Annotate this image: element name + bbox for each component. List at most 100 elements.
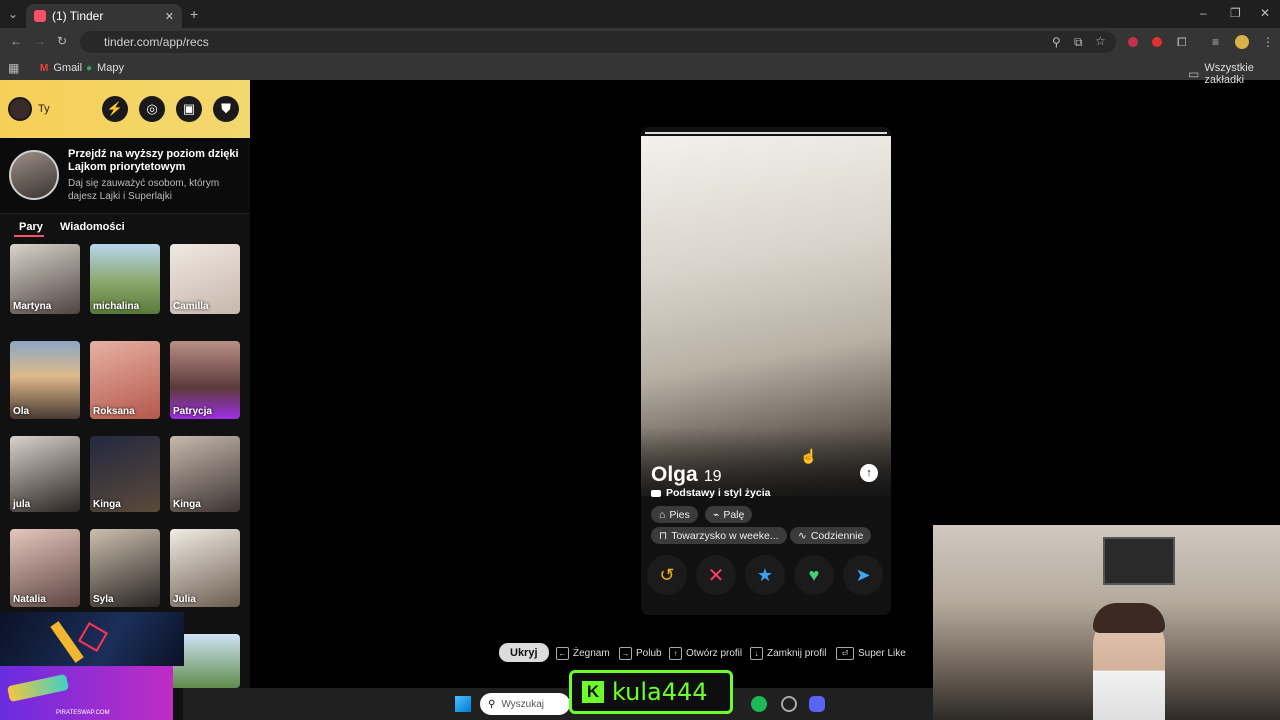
match-card[interactable]: Martyna	[10, 244, 80, 314]
profile-name: Olga	[651, 463, 698, 486]
spotify-icon[interactable]	[751, 696, 767, 712]
briefcase-icon[interactable]: ▣	[176, 96, 202, 122]
chip-pale: ⌁ Palę	[705, 506, 753, 523]
new-tab-icon[interactable]: +	[190, 7, 198, 21]
bookmark-star-icon[interactable]: ☆	[1095, 35, 1106, 47]
browser-tab[interactable]: (1) Tinder ✕	[26, 4, 182, 28]
hint-close-profile: ↓ Zamknij profil	[750, 645, 826, 661]
priority-likes-promo[interactable]: Przejdź na wyższy poziom dzięki Lajkom p…	[0, 138, 250, 214]
open-profile-icon[interactable]: ↑	[860, 464, 878, 482]
match-card[interactable]: Camilla	[170, 244, 240, 314]
bookmark-mapy[interactable]: ● Mapy	[86, 62, 124, 74]
bookmark-gmail[interactable]: M Gmail	[40, 62, 82, 74]
promo-subtitle: Daj się zauważyć osobom, którym dajesz L…	[68, 178, 220, 202]
weapon-skin-icon	[6, 673, 70, 703]
all-bookmarks[interactable]: ▭ Wszystkie zakładki	[1188, 62, 1280, 86]
drink-icon: ⊓	[659, 529, 668, 542]
workout-icon: ∿	[798, 529, 807, 542]
address-input[interactable]: tinder.com/app/recs	[80, 31, 1116, 53]
webcam-monitor	[1103, 537, 1175, 585]
right-key-icon: →	[619, 646, 632, 660]
sponsor-banner-top	[0, 612, 184, 666]
apps-grid-icon[interactable]: ▦	[8, 62, 19, 74]
gmail-icon: M	[40, 62, 49, 74]
streamer-hair	[1093, 603, 1165, 633]
user-avatar[interactable]	[8, 97, 32, 121]
lifestyle-icon	[651, 489, 661, 497]
match-card[interactable]: Ola	[10, 341, 80, 419]
hint-like: → Polub	[619, 645, 662, 661]
match-card[interactable]: michalina	[90, 244, 160, 314]
active-tab-underline	[14, 235, 44, 237]
left-key-icon: ←	[556, 646, 569, 660]
sponsor-brand: PIRATESWAP.COM	[56, 710, 110, 716]
profile-label[interactable]: Ty	[38, 103, 50, 115]
like-button[interactable]: ♥	[794, 555, 834, 595]
webcam-overlay	[933, 525, 1280, 720]
match-card[interactable]: Patrycja	[170, 341, 240, 419]
explore-icon[interactable]: ◎	[139, 96, 165, 122]
chip-codziennie: ∿ Codziennie	[790, 527, 872, 544]
menu-kebab-icon[interactable]: ⋮	[1262, 36, 1274, 48]
match-card[interactable]: Roksana	[90, 341, 160, 419]
match-card[interactable]: Kinga	[90, 436, 160, 512]
match-card[interactable]: jula	[10, 436, 80, 512]
extension-icon[interactable]	[1128, 37, 1138, 47]
boost-send-button[interactable]: ➤	[843, 555, 883, 595]
hint-nope: ← Żegnam	[556, 645, 610, 661]
tab-pary[interactable]: Pary	[19, 221, 43, 233]
reading-list-icon[interactable]: ≡	[1212, 36, 1219, 48]
shield-icon[interactable]: ⛊	[213, 96, 239, 122]
maximize-icon[interactable]: ❐	[1230, 7, 1241, 19]
tab-wiadomosci[interactable]: Wiadomości	[60, 221, 125, 233]
match-card[interactable]: Natalia	[10, 529, 80, 607]
chip-pies: ⌂ Pies	[651, 506, 698, 523]
match-card[interactable]: Julia	[170, 529, 240, 607]
photo-progress-bar	[645, 132, 887, 134]
windows-start-icon[interactable]	[455, 696, 471, 712]
browser-tab-bar: ⌄ (1) Tinder ✕ + – ❐ ✕	[0, 0, 1280, 28]
profile-avatar-icon[interactable]	[1235, 35, 1249, 49]
smoking-icon: ⌁	[713, 508, 720, 521]
steam-icon[interactable]	[781, 696, 797, 712]
kick-logo-icon: K	[582, 681, 604, 703]
nope-button[interactable]: ✕	[696, 555, 736, 595]
sponsor-banner: PIRATESWAP.COM	[0, 666, 173, 720]
search-icon: ⚲	[488, 698, 496, 710]
forward-icon[interactable]: →	[34, 35, 46, 47]
minimize-icon[interactable]: –	[1200, 7, 1207, 19]
mouse-cursor-icon: ☝	[800, 448, 818, 464]
down-key-icon: ↓	[750, 646, 763, 660]
profile-card[interactable]: Olga 19 ↑ Podstawy i styl życia ⌂ Pies ⌁ P…	[641, 127, 891, 615]
bookmarks-bar: ▦ M Gmail ● Mapy ▭ Wszystkie zakładki	[0, 56, 1280, 86]
profile-name-row: Olga 19	[651, 463, 721, 487]
hint-super-like: ⏎ Super Like	[836, 645, 906, 661]
back-icon[interactable]: ←	[10, 35, 22, 47]
match-card[interactable]: Syla	[90, 529, 160, 607]
taskbar-search[interactable]: ⚲ Wyszukaj	[480, 693, 570, 715]
tinder-favicon-icon	[34, 10, 46, 22]
kick-channel-badge: K kula444	[569, 670, 733, 714]
up-key-icon: ↑	[669, 646, 682, 660]
discord-icon[interactable]	[809, 696, 825, 712]
install-app-icon[interactable]: ⧉	[1074, 36, 1083, 48]
sidebar-header: Ty ⚡ ◎ ▣ ⛊	[0, 80, 250, 138]
channel-name: kula444	[612, 678, 708, 706]
lifestyle-section: Podstawy i styl życia	[651, 487, 770, 499]
window-close-icon[interactable]: ✕	[1260, 7, 1270, 19]
close-tab-icon[interactable]: ✕	[165, 10, 174, 23]
super-like-button[interactable]: ★	[745, 555, 785, 595]
extensions-puzzle-icon[interactable]: ⧠	[1177, 36, 1187, 48]
reload-icon[interactable]: ↻	[57, 35, 67, 47]
location-icon[interactable]: ⚲	[1052, 36, 1061, 48]
hide-hints-button[interactable]: Ukryj	[499, 643, 549, 662]
tab-list-icon[interactable]: ⌄	[8, 8, 18, 20]
pet-icon: ⌂	[659, 508, 666, 521]
extension-icon[interactable]	[1152, 37, 1162, 47]
rewind-button[interactable]: ↺	[647, 555, 687, 595]
promo-title: Przejdź na wyższy poziom dzięki Lajkom p…	[68, 148, 239, 173]
match-card[interactable]: Kinga	[170, 436, 240, 512]
chip-towarzysko: ⊓ Towarzysko w weeke...	[651, 527, 787, 544]
url-text: tinder.com/app/recs	[104, 35, 209, 49]
boost-icon[interactable]: ⚡	[102, 96, 128, 122]
